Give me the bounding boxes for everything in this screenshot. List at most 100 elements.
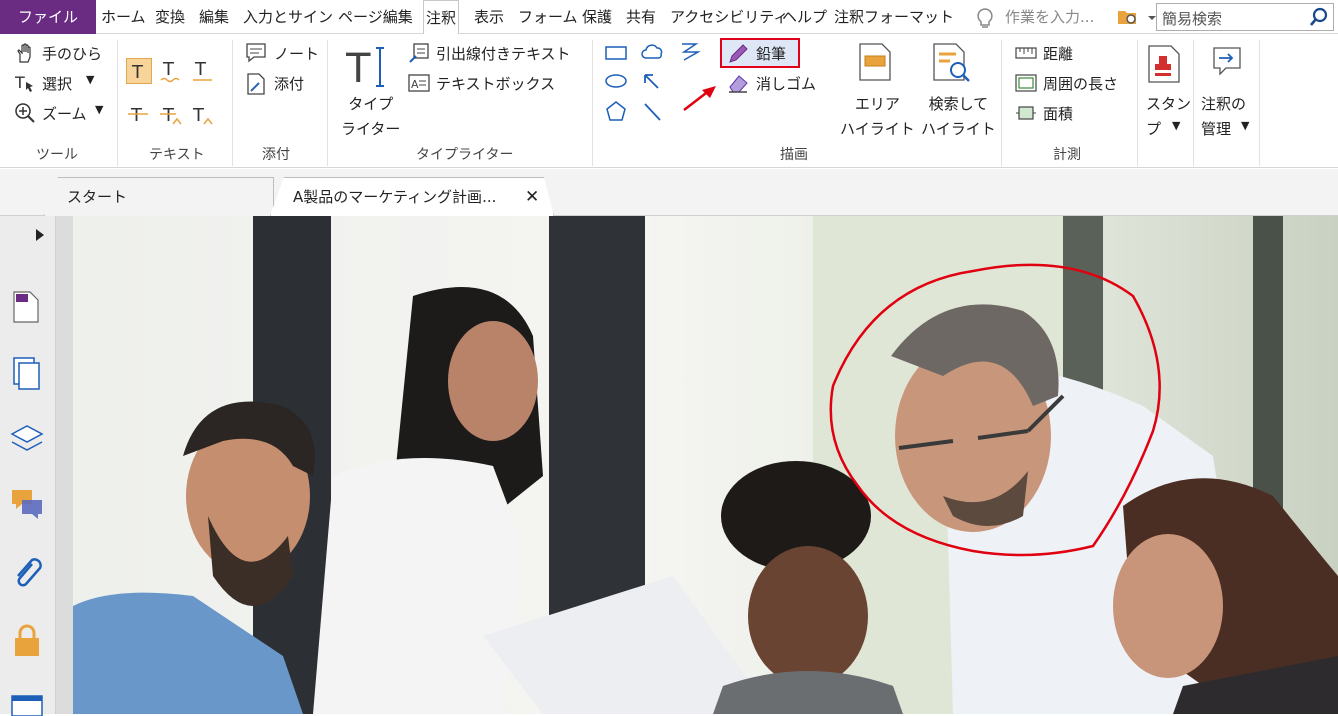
area-tool[interactable]: 面積: [1043, 103, 1073, 124]
textbox-tool[interactable]: テキストボックス: [436, 73, 555, 94]
tab-comment[interactable]: 注釈: [423, 0, 460, 35]
tell-me-input[interactable]: 作業を入力...: [1005, 0, 1094, 34]
line-icon[interactable]: [640, 100, 664, 122]
highlight-text-tool[interactable]: T: [126, 58, 152, 84]
tab-start-label: スタート: [67, 188, 128, 206]
manage-comments-button[interactable]: 注釈の 管理: [1201, 92, 1246, 142]
page-thumbnails-icon[interactable]: [12, 290, 40, 324]
polygon-icon[interactable]: [604, 100, 628, 122]
tab-home[interactable]: ホーム: [101, 0, 146, 34]
tab-fill-sign[interactable]: 入力とサイン: [243, 0, 333, 34]
search-icon[interactable]: [1309, 7, 1329, 27]
perimeter-icon: [1015, 74, 1037, 92]
note-icon: [246, 43, 266, 63]
select-dropdown-icon[interactable]: ▼: [86, 73, 94, 86]
zoom-dropdown-icon[interactable]: ▼: [95, 103, 103, 116]
navigation-panel: [0, 216, 56, 716]
manage-dropdown-icon[interactable]: ▼: [1241, 119, 1249, 132]
note-tool[interactable]: ノート: [274, 43, 319, 64]
separator: [592, 40, 593, 166]
group-label-drawing: 描画: [780, 147, 808, 163]
svg-text:T: T: [194, 59, 207, 80]
distance-icon: [1015, 47, 1037, 59]
pencil-label: 鉛筆: [756, 45, 787, 63]
manage-comments-icon: [1213, 47, 1241, 76]
attachment-icon[interactable]: [12, 556, 42, 592]
perimeter-tool[interactable]: 周囲の長さ: [1043, 73, 1118, 94]
quick-search-box[interactable]: 簡易検索: [1156, 3, 1334, 31]
svg-text:A: A: [411, 78, 419, 91]
area-highlight-button[interactable]: エリア ハイライト: [840, 92, 915, 142]
separator: [1137, 40, 1138, 166]
tab-protect[interactable]: 保護: [582, 0, 612, 34]
eraser-icon: [729, 75, 748, 93]
underline-text-icon[interactable]: T: [158, 58, 184, 84]
search-highlight-icon: [933, 43, 970, 82]
insert-text-icon[interactable]: T: [190, 102, 216, 128]
underline-straight-icon[interactable]: T: [190, 58, 216, 84]
tab-share[interactable]: 共有: [626, 0, 656, 34]
tab-accessibility[interactable]: アクセシビリティ: [670, 0, 788, 34]
eraser-tool[interactable]: 消しゴム: [756, 73, 816, 94]
oval-icon[interactable]: [604, 72, 628, 90]
tab-organize[interactable]: ページ編集: [338, 0, 413, 34]
typewriter-button[interactable]: タイプ ライター: [341, 92, 400, 142]
office-meeting-photo: [73, 216, 1338, 714]
layers-icon[interactable]: [10, 422, 44, 456]
textbox-icon: A: [408, 74, 430, 92]
group-label-text: テキスト: [149, 147, 205, 163]
attach-file-icon: [247, 73, 265, 95]
stamp-button[interactable]: スタン プ: [1146, 92, 1191, 142]
form-fields-icon[interactable]: [10, 694, 44, 716]
tab-document-label: A製品のマーケティング計画...: [293, 188, 497, 206]
separator: [117, 40, 118, 166]
pages-icon[interactable]: [12, 356, 42, 392]
file-menu[interactable]: ファイル: [0, 0, 96, 34]
group-label-attach: 添付: [262, 147, 290, 163]
area-highlight-icon: [859, 43, 891, 81]
strikeout-icon[interactable]: T: [126, 102, 152, 128]
tab-view[interactable]: 表示: [474, 0, 504, 34]
search-highlight-button[interactable]: 検索して ハイライト: [921, 92, 996, 142]
svg-text:T: T: [162, 59, 175, 80]
group-label-typewriter: タイプライター: [416, 147, 514, 163]
callout-tool[interactable]: 引出線付きテキスト: [436, 43, 571, 64]
tab-convert[interactable]: 変換: [155, 0, 185, 34]
expand-panel-icon[interactable]: [34, 228, 46, 242]
stamp-dropdown-icon[interactable]: ▼: [1172, 119, 1180, 132]
tab-start[interactable]: スタート: [44, 177, 274, 216]
ribbon: 手のひら T 選択 ▼ ズーム ▼ ツール T T T T T T テキスト ノ…: [0, 34, 1338, 168]
hand-tool[interactable]: 手のひら: [42, 43, 102, 64]
group-label-tools: ツール: [36, 147, 78, 163]
attach-tool[interactable]: 添付: [274, 73, 304, 94]
rectangle-icon[interactable]: [604, 44, 628, 62]
pencil-icon: [729, 44, 748, 63]
zoom-tool[interactable]: ズーム: [42, 103, 87, 124]
lock-icon[interactable]: [12, 624, 42, 660]
hand-icon: [17, 43, 31, 63]
separator: [232, 40, 233, 166]
cloud-icon[interactable]: [640, 42, 666, 62]
stamp-icon: [1148, 45, 1180, 83]
separator: [1193, 40, 1194, 166]
zoom-icon: [15, 103, 35, 123]
svg-text:T: T: [14, 73, 25, 92]
folder-search-icon[interactable]: [1116, 6, 1156, 28]
comments-icon[interactable]: [10, 488, 44, 522]
tab-help[interactable]: ヘルプ: [782, 0, 827, 34]
replace-text-icon[interactable]: T: [158, 102, 184, 128]
arrow-icon[interactable]: [640, 70, 664, 92]
tab-form[interactable]: フォーム: [518, 0, 578, 34]
distance-tool[interactable]: 距離: [1043, 43, 1073, 64]
tab-edit[interactable]: 編集: [199, 0, 229, 34]
search-placeholder: 簡易検索: [1162, 10, 1223, 28]
area-measure-icon: [1016, 106, 1036, 120]
tab-document[interactable]: A製品のマーケティング計画... ✕: [270, 177, 554, 216]
close-icon[interactable]: ✕: [525, 178, 539, 216]
tab-comment-format[interactable]: 注釈フォーマット: [834, 0, 954, 34]
select-tool[interactable]: 選択: [42, 73, 72, 94]
panel-resize-handle[interactable]: [56, 216, 73, 714]
group-label-measure: 計測: [1053, 147, 1081, 163]
pencil-tool[interactable]: 鉛筆: [720, 38, 800, 68]
polyline-icon[interactable]: [678, 40, 702, 62]
